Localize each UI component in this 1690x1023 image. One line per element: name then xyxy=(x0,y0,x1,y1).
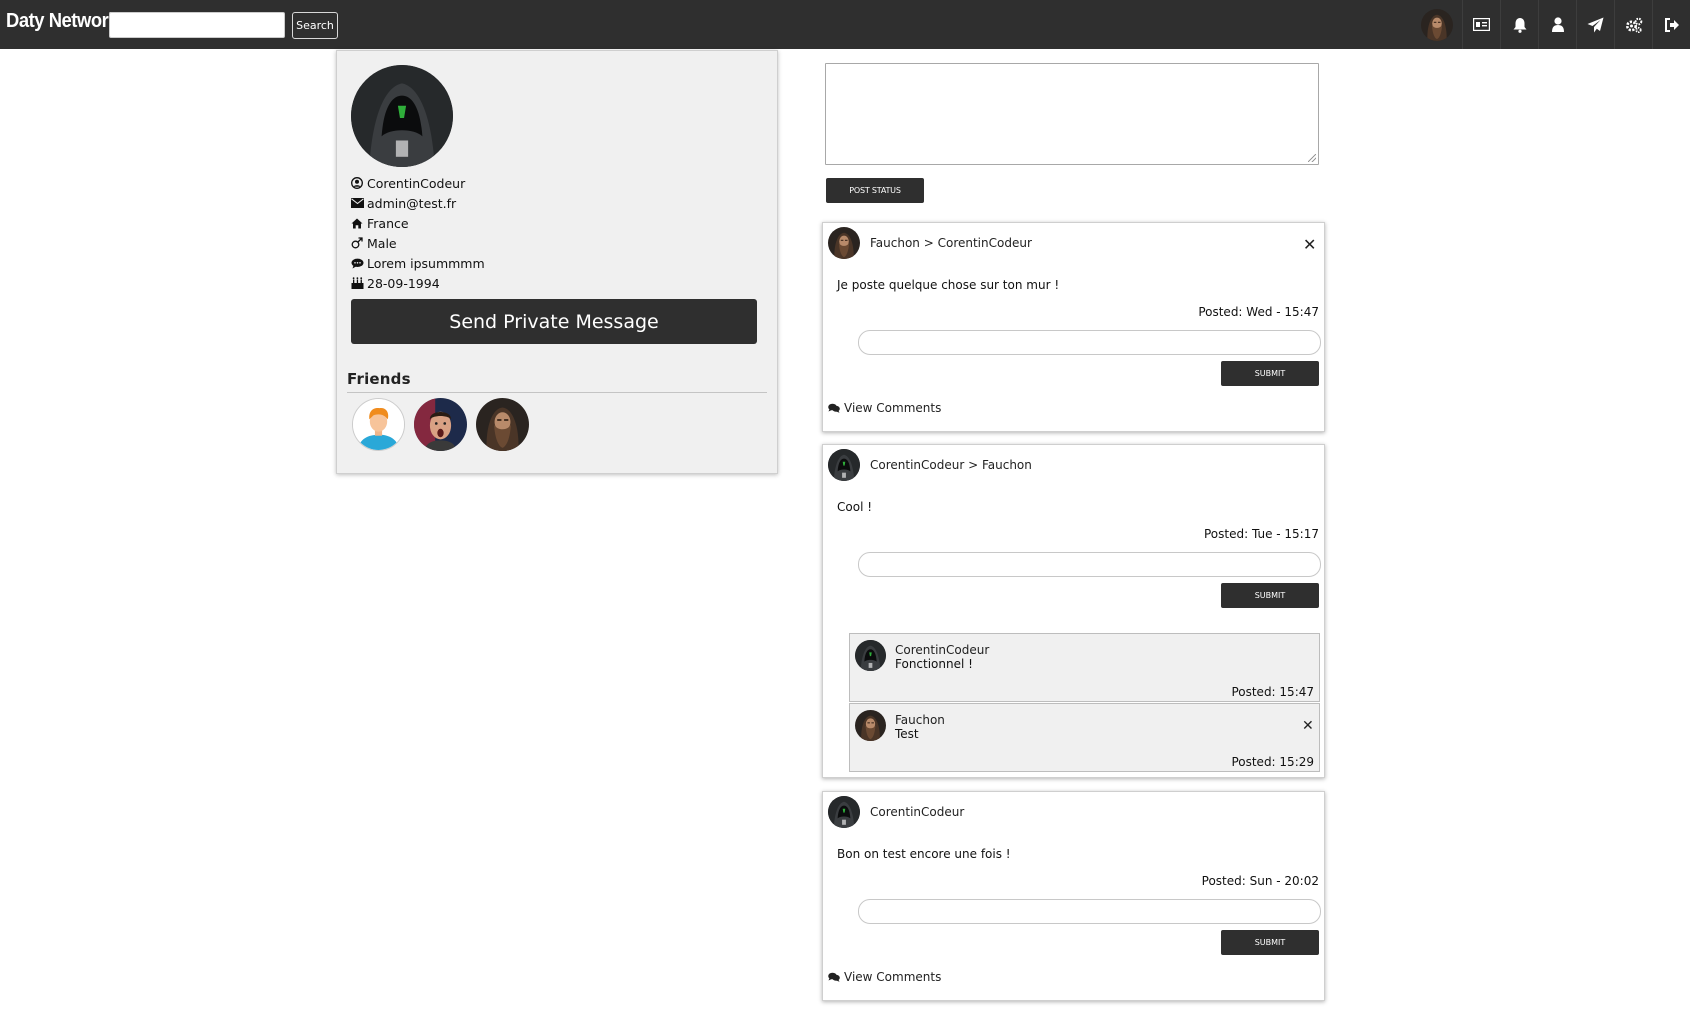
avatar[interactable] xyxy=(828,227,860,259)
id-card-icon xyxy=(1473,18,1490,31)
friend-avatar[interactable] xyxy=(414,398,467,451)
profile-bio: Lorem ipsummmm xyxy=(367,255,485,271)
view-comments-link[interactable]: View Comments xyxy=(828,401,941,415)
user-icon xyxy=(1551,17,1564,32)
profile-country-row: France xyxy=(351,213,485,233)
submit-comment-button[interactable]: SUBMIT xyxy=(1221,930,1319,955)
comment-date: Posted: 15:47 xyxy=(1231,685,1314,699)
profile-bio-row: Lorem ipsummmm xyxy=(351,253,485,273)
profile-username: CorentinCodeur xyxy=(367,175,466,191)
profile-card: CorentinCodeur admin@test.fr France Male… xyxy=(336,50,778,474)
resize-handle[interactable] xyxy=(1308,154,1316,162)
friend-avatar[interactable] xyxy=(476,398,529,451)
profile-gender: Male xyxy=(367,235,397,251)
avatar[interactable] xyxy=(855,710,886,741)
search-input[interactable] xyxy=(109,12,285,38)
comments-icon xyxy=(828,972,840,982)
view-comments-label: View Comments xyxy=(844,401,942,415)
search-button[interactable]: Search xyxy=(292,12,338,39)
friend-requests-link[interactable] xyxy=(1538,0,1576,49)
notifications-link[interactable] xyxy=(1500,0,1538,49)
brand-logo[interactable]: Daty Network xyxy=(6,10,119,33)
avatar xyxy=(1421,9,1453,41)
post-status-button[interactable]: POST STATUS xyxy=(826,178,924,203)
messages-link[interactable] xyxy=(1576,0,1614,49)
comment-input[interactable] xyxy=(858,899,1321,924)
comment-text: Fonctionnel ! xyxy=(895,657,973,671)
news-feed-link[interactable] xyxy=(1462,0,1500,49)
post-date: Posted: Sun - 20:02 xyxy=(1201,874,1319,888)
profile-avatar xyxy=(351,65,453,167)
male-symbol-icon xyxy=(351,237,363,249)
home-icon xyxy=(351,218,363,228)
post-body: Bon on test encore une fois ! xyxy=(837,847,1011,861)
comment-input[interactable] xyxy=(858,330,1321,355)
post-author[interactable]: CorentinCodeur xyxy=(870,805,964,819)
profile-country: France xyxy=(367,215,409,231)
comment-input[interactable] xyxy=(858,552,1321,577)
profile-gender-row: Male xyxy=(351,233,485,253)
post-header: CorentinCodeur xyxy=(828,796,964,828)
profile-email-row: admin@test.fr xyxy=(351,193,485,213)
nav-icon-group xyxy=(1412,0,1690,49)
wall-post: CorentinCodeur Bon on test encore une fo… xyxy=(822,791,1325,1001)
post-author[interactable]: CorentinCodeur > Fauchon xyxy=(870,458,1032,472)
comment-author[interactable]: Fauchon xyxy=(895,713,945,727)
post-body: Cool ! xyxy=(837,500,873,514)
view-comments-label: View Comments xyxy=(844,970,942,984)
avatar[interactable] xyxy=(855,640,886,671)
user-circle-icon xyxy=(351,177,363,189)
sign-out-icon xyxy=(1664,17,1679,32)
profile-birthdate: 28-09-1994 xyxy=(367,275,440,291)
profile-info-list: CorentinCodeur admin@test.fr France Male… xyxy=(351,173,485,293)
settings-link[interactable] xyxy=(1614,0,1652,49)
wall-post: Fauchon > CorentinCodeur ✕ Je poste quel… xyxy=(822,222,1325,432)
delete-comment-close-icon[interactable]: ✕ xyxy=(1302,718,1314,734)
post-header: Fauchon > CorentinCodeur xyxy=(828,227,1032,259)
comment-icon xyxy=(351,258,364,268)
profile-email: admin@test.fr xyxy=(367,195,457,211)
send-private-message-button[interactable]: Send Private Message xyxy=(351,299,757,344)
envelope-icon xyxy=(351,198,364,208)
post-body: Je poste quelque chose sur ton mur ! xyxy=(837,278,1060,292)
comment-item: Fauchon Test ✕ Posted: 15:29 xyxy=(849,703,1320,772)
status-textarea[interactable] xyxy=(825,63,1319,165)
wall-post: CorentinCodeur > Fauchon Cool ! Posted: … xyxy=(822,444,1325,778)
post-header: CorentinCodeur > Fauchon xyxy=(828,449,1032,481)
avatar[interactable] xyxy=(828,449,860,481)
paper-plane-icon xyxy=(1587,17,1604,32)
cogs-icon xyxy=(1625,17,1642,33)
nav-profile-link[interactable] xyxy=(1412,0,1462,49)
delete-post-close-icon[interactable]: ✕ xyxy=(1303,237,1316,253)
avatar[interactable] xyxy=(828,796,860,828)
friend-avatar[interactable] xyxy=(352,398,405,451)
comment-author[interactable]: CorentinCodeur xyxy=(895,643,989,657)
logout-link[interactable] xyxy=(1652,0,1690,49)
comment-item: CorentinCodeur Fonctionnel ! Posted: 15:… xyxy=(849,633,1320,702)
friends-list xyxy=(352,398,529,451)
profile-username-row: CorentinCodeur xyxy=(351,173,485,193)
post-author[interactable]: Fauchon > CorentinCodeur xyxy=(870,236,1032,250)
comments-icon xyxy=(828,403,840,413)
view-comments-link[interactable]: View Comments xyxy=(828,970,941,984)
submit-comment-button[interactable]: SUBMIT xyxy=(1221,361,1319,386)
birthday-cake-icon xyxy=(351,277,364,289)
post-date: Posted: Tue - 15:17 xyxy=(1203,527,1319,541)
submit-comment-button[interactable]: SUBMIT xyxy=(1221,583,1319,608)
comment-text: Test xyxy=(895,727,919,741)
post-date: Posted: Wed - 15:47 xyxy=(1198,305,1319,319)
comment-date: Posted: 15:29 xyxy=(1231,755,1314,769)
friends-heading: Friends xyxy=(347,370,767,393)
bell-icon xyxy=(1513,17,1526,33)
profile-birthdate-row: 28-09-1994 xyxy=(351,273,485,293)
top-navbar: Daty Network Search xyxy=(0,0,1690,49)
